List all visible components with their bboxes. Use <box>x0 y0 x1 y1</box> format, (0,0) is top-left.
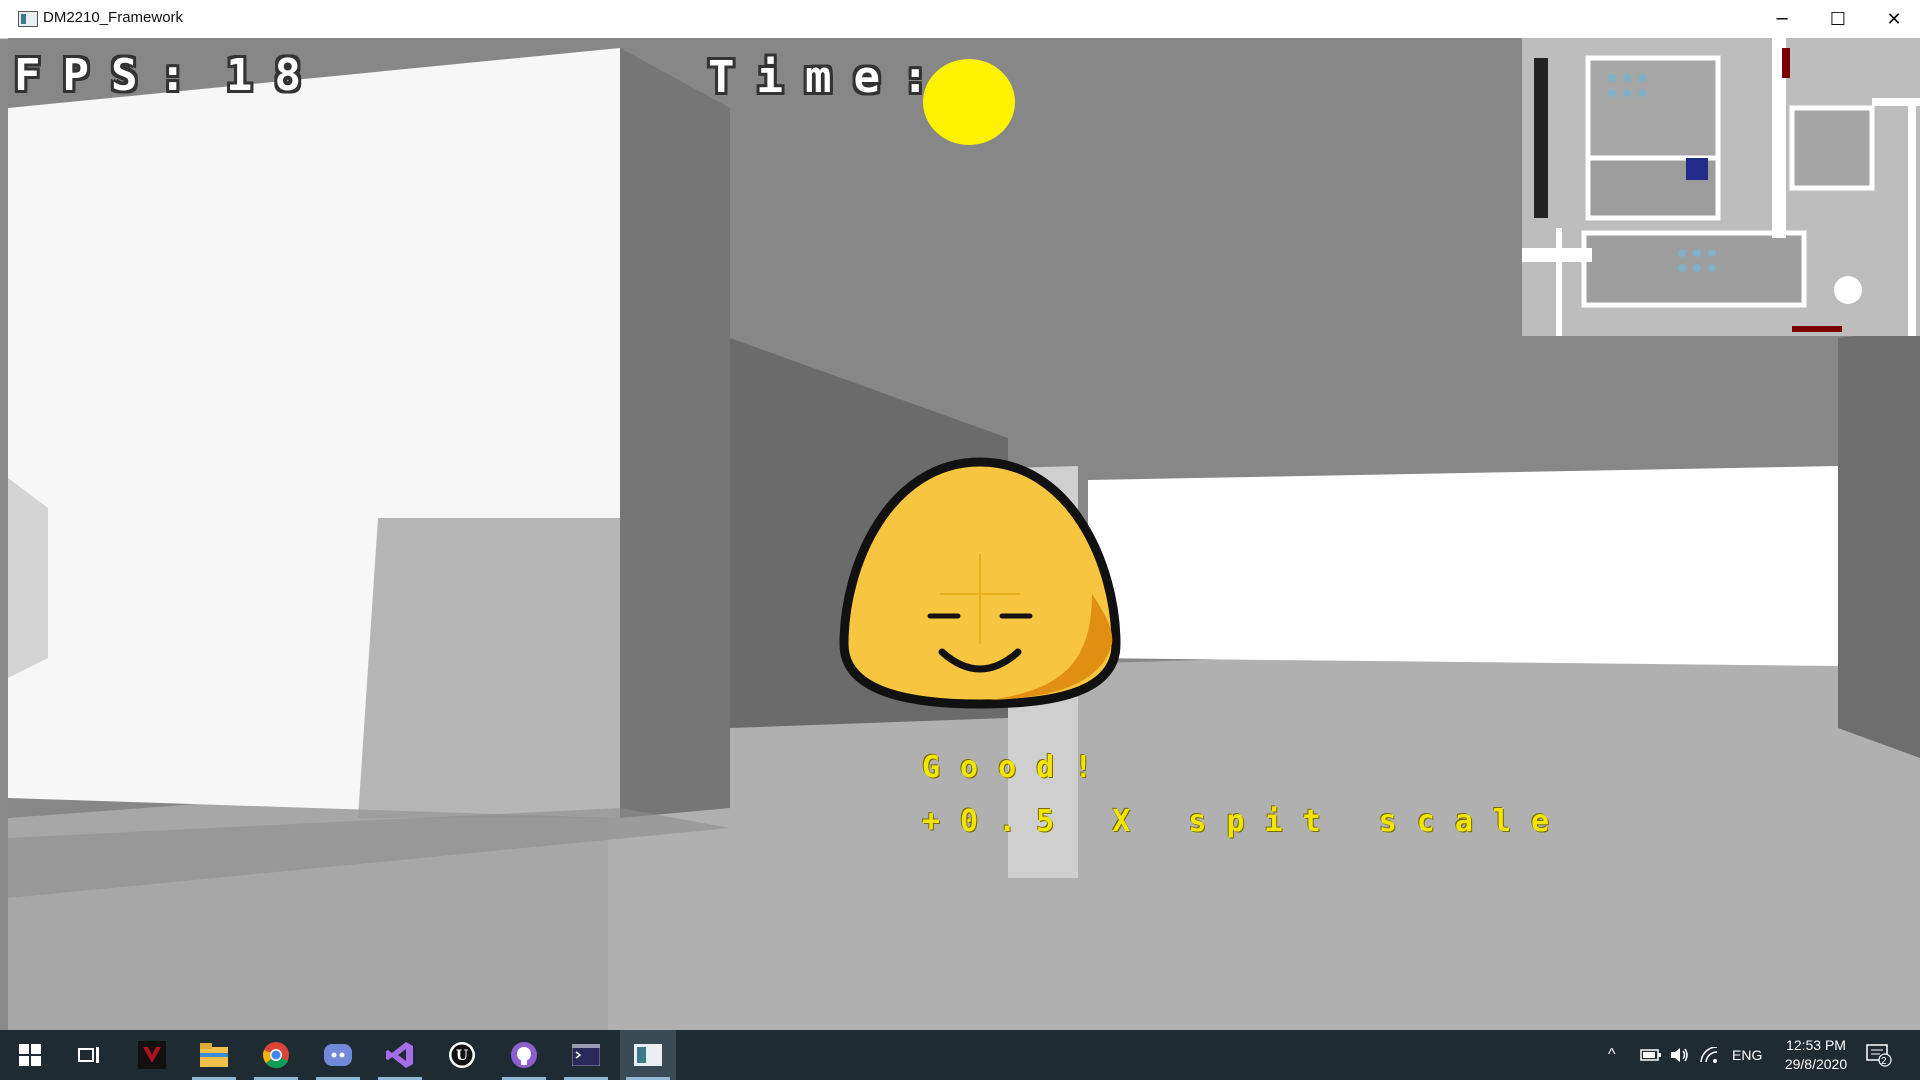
player-marker <box>1686 158 1708 180</box>
discord-icon[interactable] <box>310 1030 366 1080</box>
fps-value: 18 <box>226 50 323 101</box>
file-explorer-icon[interactable] <box>186 1030 242 1080</box>
close-button[interactable]: ✕ <box>1866 0 1920 38</box>
language-indicator[interactable]: ENG <box>1732 1030 1762 1080</box>
bonus-text: +0.5 X spit scale <box>922 804 1570 839</box>
svg-text:U: U <box>456 1048 468 1064</box>
maximize-button[interactable]: ☐ <box>1810 0 1866 38</box>
notification-icon[interactable]: 2 <box>1866 1030 1892 1080</box>
notification-count: 2 <box>1881 1056 1887 1067</box>
chrome-icon[interactable] <box>248 1030 304 1080</box>
wifi-icon[interactable] <box>1700 1030 1718 1080</box>
start-icon[interactable] <box>2 1030 58 1080</box>
app-icon <box>18 11 38 27</box>
unreal-engine-icon[interactable]: U <box>434 1030 490 1080</box>
clock[interactable]: 12:53 PM 29/8/2020 <box>1776 1036 1856 1074</box>
game-viewport[interactable]: FPS: 18 Time: Good! +0.5 X spit scale <box>8 38 1920 1030</box>
fps-label: FPS: <box>14 50 208 101</box>
tray-chevron[interactable]: ^ <box>1608 1030 1616 1080</box>
time-label: Time: <box>708 52 951 103</box>
visual-studio-icon[interactable] <box>372 1030 428 1080</box>
volume-icon[interactable] <box>1670 1030 1690 1080</box>
window-title: DM2210_Framework <box>43 9 184 26</box>
rating-text: Good! <box>922 750 1113 785</box>
time-sun-indicator <box>923 59 1015 145</box>
github-icon[interactable] <box>496 1030 552 1080</box>
clock-time: 12:53 PM <box>1786 1037 1846 1053</box>
taskbar: U ^ ENG 12:53 PM 29/8/2020 2 <box>0 1030 1920 1080</box>
blob-character <box>839 457 1121 709</box>
task-view-icon[interactable] <box>62 1030 118 1080</box>
minimap <box>1522 38 1920 336</box>
title-bar: DM2210_Framework ─ ☐ ✕ <box>0 0 1920 39</box>
battery-icon[interactable] <box>1640 1030 1662 1080</box>
terminal-icon[interactable] <box>558 1030 614 1080</box>
predator-icon[interactable] <box>124 1030 180 1080</box>
minimize-button[interactable]: ─ <box>1754 0 1810 38</box>
dm2210-app-icon[interactable] <box>620 1030 676 1080</box>
clock-date: 29/8/2020 <box>1784 1056 1848 1072</box>
